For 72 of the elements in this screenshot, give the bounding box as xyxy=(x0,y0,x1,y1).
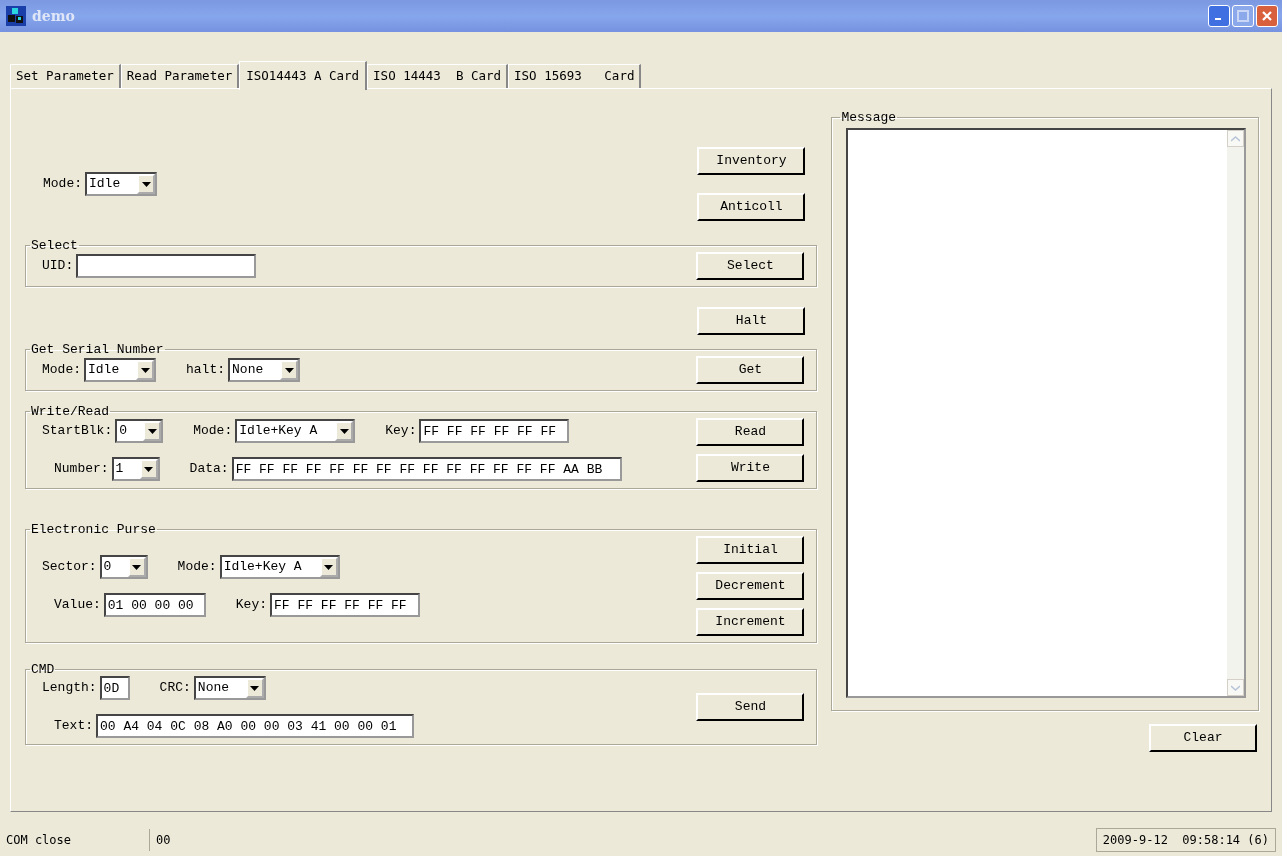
status-text: COM close xyxy=(0,829,150,851)
field-label: Number: xyxy=(54,460,109,479)
field-label: Mode: xyxy=(193,422,233,441)
clear-button[interactable]: Clear xyxy=(1149,724,1257,752)
action-button[interactable]: Select xyxy=(696,252,805,280)
input-field[interactable]: 01 00 00 00 xyxy=(103,593,206,617)
dropdown[interactable]: None xyxy=(228,358,301,382)
field-label: Key: xyxy=(385,422,417,441)
dropdown[interactable]: None xyxy=(193,676,266,700)
field-label: Length: xyxy=(42,679,97,698)
dropdown-arrow-icon[interactable] xyxy=(284,367,294,373)
input-field[interactable]: FF FF FF FF FF FF xyxy=(270,593,421,617)
dropdown-arrow-icon[interactable] xyxy=(132,564,142,570)
field-label: CRC: xyxy=(159,679,191,698)
field-label: halt: xyxy=(186,361,226,380)
input-field[interactable]: 00 A4 04 0C 08 A0 00 00 03 41 00 00 01 xyxy=(96,714,414,738)
action-button[interactable]: Read xyxy=(696,418,805,446)
action-button[interactable]: Decrement xyxy=(696,572,805,600)
field-label: Data: xyxy=(189,460,229,479)
field-label: UID: xyxy=(42,257,74,276)
tab[interactable]: ISO 14443 B Card xyxy=(367,64,509,88)
field-label: Key: xyxy=(235,596,268,615)
input-field[interactable]: FF FF FF FF FF FF xyxy=(419,419,570,443)
dropdown-arrow-icon[interactable] xyxy=(140,367,150,373)
field-label: StartBlk: xyxy=(42,422,113,441)
group-title: Electronic Purse xyxy=(30,523,157,536)
dropdown[interactable]: Idle+Key A xyxy=(219,555,340,579)
close-icon[interactable] xyxy=(1261,10,1273,22)
field-label: Value: xyxy=(54,596,101,615)
action-button[interactable]: Initial xyxy=(696,536,805,564)
tab[interactable]: ISO 15693 Card xyxy=(508,64,642,88)
field-label: Sector: xyxy=(42,558,97,577)
group-title: Write/Read xyxy=(30,405,110,418)
action-button[interactable]: Halt xyxy=(697,307,806,335)
dropdown-arrow-icon[interactable] xyxy=(141,181,151,187)
input-field[interactable] xyxy=(76,254,257,278)
status-text: 00 xyxy=(155,832,172,849)
app-icon xyxy=(6,6,26,26)
dropdown[interactable]: Idle+Key A xyxy=(235,419,356,443)
window-title: demo xyxy=(32,6,75,26)
field-label: Mode: xyxy=(43,175,82,194)
field-label: Mode: xyxy=(42,361,81,380)
dropdown[interactable]: Idle xyxy=(85,172,157,196)
dropdown-arrow-icon[interactable] xyxy=(144,466,154,472)
dropdown[interactable]: Idle xyxy=(84,358,156,382)
action-button[interactable]: Increment xyxy=(696,608,805,636)
field-label: Mode: xyxy=(177,558,217,577)
input-field[interactable]: FF FF FF FF FF FF FF FF FF FF FF FF FF FF AA BB xyxy=(231,457,622,481)
tab[interactable]: Set Parameter xyxy=(10,64,121,88)
dropdown-arrow-icon[interactable] xyxy=(324,564,334,570)
dropdown[interactable]: 0 xyxy=(115,419,164,443)
action-button[interactable]: Write xyxy=(696,454,805,482)
action-button[interactable]: Inventory xyxy=(697,147,806,175)
dropdown[interactable]: 0 xyxy=(99,555,148,579)
field-label: Text: xyxy=(54,717,93,736)
minimize-button[interactable] xyxy=(1208,5,1230,27)
dropdown-arrow-icon[interactable] xyxy=(339,428,349,434)
tab[interactable]: Read Parameter xyxy=(120,64,240,88)
action-button[interactable]: Send xyxy=(696,693,805,721)
group-title: Get Serial Number xyxy=(30,343,165,356)
action-button[interactable]: Anticoll xyxy=(697,193,806,221)
action-button[interactable]: Get xyxy=(696,356,805,384)
group-title: Message xyxy=(840,111,898,124)
dropdown[interactable]: 1 xyxy=(111,457,160,481)
group-title: Select xyxy=(30,239,79,252)
tab[interactable]: ISO14443 A Card xyxy=(239,61,368,90)
dropdown-arrow-icon[interactable] xyxy=(147,428,157,434)
input-field[interactable]: 0D xyxy=(99,676,130,700)
group-title: CMD xyxy=(30,663,56,676)
close-button[interactable] xyxy=(1256,5,1278,27)
status-text: 2009-9-12 09:58:14 (6) xyxy=(1095,828,1276,852)
dropdown-arrow-icon[interactable] xyxy=(250,685,260,691)
